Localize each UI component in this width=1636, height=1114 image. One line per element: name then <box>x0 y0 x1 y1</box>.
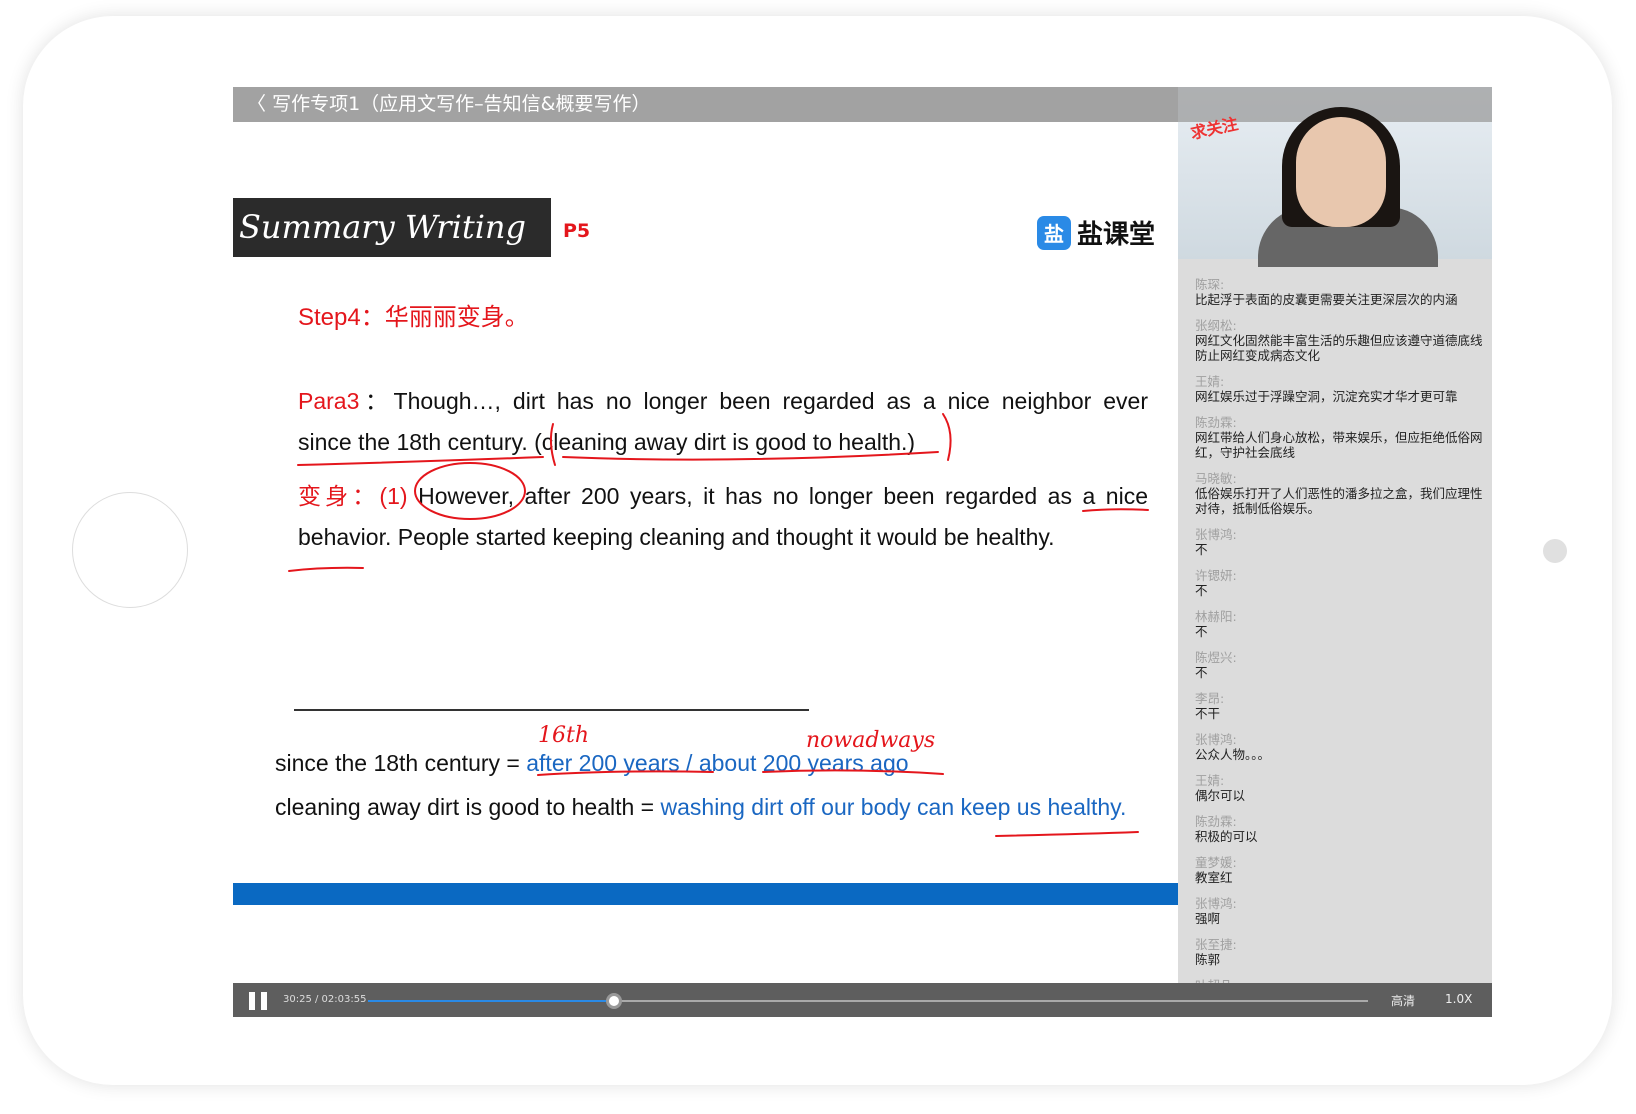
underline-mark <box>562 451 939 461</box>
chat-text: 网红娱乐过于浮躁空洞，沉淀充实才华才更可靠 <box>1195 389 1458 404</box>
chat-list[interactable]: 陈琛: 比起浮于表面的皮囊更需要关注更深层次的内涵 张纲松: 网红文化固然能丰富生活的… <box>1195 277 1485 1017</box>
chat-author: 童梦媛: <box>1195 855 1237 870</box>
chat-author: 陈煜兴: <box>1195 650 1237 665</box>
chat-author: 李昂: <box>1195 691 1225 706</box>
chat-message: 许锶妍: 不 <box>1195 568 1485 598</box>
progress-knob[interactable] <box>606 993 622 1009</box>
chat-text: 网红带给人们身心放松，带来娱乐，但应拒绝低俗网红，守护社会底线 <box>1195 430 1483 460</box>
chat-text: 公众人物。。。 <box>1195 747 1271 762</box>
pause-icon[interactable] <box>249 992 269 1010</box>
chat-message: 陈煜兴: 不 <box>1195 650 1485 680</box>
chat-text: 不 <box>1195 583 1208 598</box>
chat-author: 陈劲霖: <box>1195 415 1237 430</box>
teacher-video[interactable]: 求关注 <box>1178 87 1492 267</box>
slide-footer-band <box>233 883 1178 905</box>
bracket-mark <box>942 413 952 461</box>
handwriting-annotations: 16th nowadways <box>288 413 1149 837</box>
chat-message: 王婧: 网红娱乐过于浮躁空洞，沉淀充实才华才更可靠 <box>1195 374 1485 404</box>
chat-author: 张至捷: <box>1195 937 1237 952</box>
quality-button[interactable]: 高清 <box>1391 992 1415 1009</box>
chat-message: 陈劲霖: 网红带给人们身心放松，带来娱乐，但应拒绝低俗网红，守护社会底线 <box>1195 415 1485 460</box>
underline-mark <box>762 769 944 775</box>
chevron-left-icon[interactable]: 〈 <box>247 93 266 115</box>
chat-message: 张至捷: 陈郭 <box>1195 937 1485 967</box>
chat-message: 林赫阳: 不 <box>1195 609 1485 639</box>
chat-author: 陈劲霖: <box>1195 814 1237 829</box>
handwriting-16th: 16th <box>538 723 589 748</box>
chat-message: 李昂: 不干 <box>1195 691 1485 721</box>
chat-author: 王婧: <box>1195 374 1225 389</box>
circle-mark <box>414 462 526 520</box>
chat-author: 张博鸿: <box>1195 732 1237 747</box>
chat-author: 陈琛: <box>1195 277 1225 292</box>
home-button[interactable] <box>72 492 188 608</box>
chat-text: 教室红 <box>1195 870 1233 885</box>
chat-text: 不 <box>1195 665 1208 680</box>
top-bar: 〈 写作专项1（应用文写作–告知信&概要写作） <box>233 87 1178 122</box>
chat-message: 张博鸿: 公众人物。。。 <box>1195 732 1485 762</box>
chat-message: 张博鸿: 强啊 <box>1195 896 1485 926</box>
chat-message: 童梦媛: 教室红 <box>1195 855 1485 885</box>
chat-text: 比起浮于表面的皮囊更需要关注更深层次的内涵 <box>1195 292 1458 307</box>
screen: 〈 写作专项1（应用文写作–告知信&概要写作） Summary Writing … <box>233 87 1492 1017</box>
time-display: 30:25 / 02:03:55 <box>283 994 367 1005</box>
handwriting-nowadways: nowadways <box>806 728 935 753</box>
chat-author: 林赫阳: <box>1195 609 1237 624</box>
underline-mark <box>288 566 364 572</box>
camera-dot <box>1543 539 1567 563</box>
chat-text: 不 <box>1195 542 1208 557</box>
chat-message: 马晓敏: 低俗娱乐打开了人们恶性的潘多拉之盒，我们应理性对待，抵制低俗娱乐。 <box>1195 471 1485 516</box>
underline-mark <box>1082 508 1149 512</box>
chat-author: 张纲松: <box>1195 318 1237 333</box>
chat-message: 陈劲霖: 积极的可以 <box>1195 814 1485 844</box>
chat-author: 马晓敏: <box>1195 471 1237 486</box>
underline-mark <box>297 456 544 466</box>
chat-author: 许锶妍: <box>1195 568 1237 583</box>
progress-fill <box>368 1000 614 1002</box>
chat-message: 陈琛: 比起浮于表面的皮囊更需要关注更深层次的内涵 <box>1195 277 1485 307</box>
chat-author: 张博鸿: <box>1195 896 1237 911</box>
chat-text: 低俗娱乐打开了人们恶性的潘多拉之盒，我们应理性对待，抵制低俗娱乐。 <box>1195 486 1483 516</box>
chat-message: 张博鸿: 不 <box>1195 527 1485 557</box>
underline-mark <box>995 831 1139 837</box>
chat-text: 不 <box>1195 624 1208 639</box>
chat-text: 不干 <box>1195 706 1221 721</box>
course-title: 写作专项1（应用文写作–告知信&概要写作） <box>272 93 651 115</box>
underline-mark <box>537 770 714 776</box>
chat-text: 网红文化固然能丰富生活的乐趣但应该遵守道德底线防止网红变成病态文化 <box>1195 333 1483 363</box>
bracket-mark <box>549 423 556 466</box>
progress-slider[interactable] <box>368 993 1368 1009</box>
chat-text: 偶尔可以 <box>1195 788 1246 803</box>
chat-text: 强啊 <box>1195 911 1221 926</box>
chat-author: 张博鸿: <box>1195 527 1237 542</box>
chat-author: 王婧: <box>1195 773 1225 788</box>
chat-text: 积极的可以 <box>1195 829 1258 844</box>
chat-message: 张纲松: 网红文化固然能丰富生活的乐趣但应该遵守道德底线防止网红变成病态文化 <box>1195 318 1485 363</box>
slide: Summary Writing P5 盐盐课堂 Step4：华丽丽变身。 Par… <box>233 122 1178 983</box>
side-panel: 求关注 陈琛: 比起浮于表面的皮囊更需要关注更深层次的内涵 张纲松: 网红文化固然能丰… <box>1178 87 1492 1017</box>
player-controls: 30:25 / 02:03:55 高清 1.0X <box>233 983 1492 1017</box>
chat-text: 陈郭 <box>1195 952 1221 967</box>
chat-message: 王婧: 偶尔可以 <box>1195 773 1485 803</box>
speed-button[interactable]: 1.0X <box>1445 992 1472 1006</box>
teacher-face <box>1296 117 1386 227</box>
